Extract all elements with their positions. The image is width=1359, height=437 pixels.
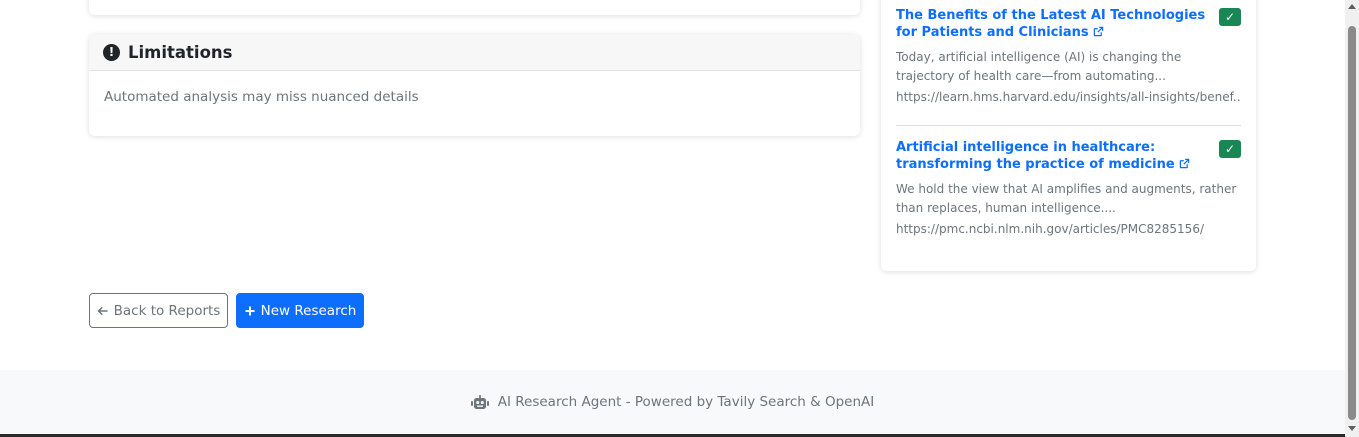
verified-check-badge: ✓	[1219, 140, 1241, 158]
source-snippet: Today, artificial intelligence (AI) is c…	[896, 50, 1182, 83]
back-button-label: Back to Reports	[113, 302, 221, 319]
back-to-reports-button[interactable]: Back to Reports	[89, 293, 228, 328]
scrollbar-thumb[interactable]	[1348, 26, 1356, 420]
arrow-left-icon	[97, 306, 108, 315]
source-title-link[interactable]: Artificial intelligence in healthcare: t…	[896, 139, 1212, 173]
source-title-link[interactable]: The Benefits of the Latest AI Technologi…	[896, 7, 1212, 41]
source-snippet: We hold the view that AI amplifies and a…	[896, 182, 1237, 215]
new-research-label: New Research	[260, 302, 357, 319]
plus-icon	[245, 306, 255, 315]
limitations-text: Automated analysis may miss nuanced deta…	[104, 89, 419, 105]
footer-text: AI Research Agent - Powered by Tavily Se…	[497, 394, 875, 410]
scroll-up-icon[interactable]	[1348, 4, 1356, 9]
scroll-down-icon[interactable]	[1348, 426, 1356, 431]
limitations-title: Limitations	[128, 42, 233, 62]
source-item: Artificial intelligence in healthcare: t…	[896, 139, 1241, 237]
limitations-card: ! Limitations Automated analysis may mis…	[89, 34, 860, 136]
footer: AI Research Agent - Powered by Tavily Se…	[0, 370, 1345, 434]
vertical-scrollbar[interactable]	[1345, 0, 1359, 437]
verified-check-badge: ✓	[1219, 8, 1241, 26]
external-link-icon	[1093, 26, 1103, 37]
source-url: https://pmc.ncbi.nlm.nih.gov/articles/PM…	[896, 222, 1204, 236]
previous-section-card	[89, 0, 860, 15]
source-url: https://learn.hms.harvard.edu/insights/a…	[896, 90, 1241, 104]
source-divider	[896, 125, 1241, 126]
robot-icon	[470, 394, 489, 409]
new-research-button[interactable]: New Research	[236, 293, 364, 328]
limitations-header: ! Limitations	[89, 34, 860, 71]
external-link-icon	[1179, 158, 1189, 169]
source-item: The Benefits of the Latest AI Technologi…	[896, 7, 1241, 105]
sources-card: The Benefits of the Latest AI Technologi…	[881, 0, 1256, 271]
exclamation-circle-icon: !	[103, 43, 120, 61]
